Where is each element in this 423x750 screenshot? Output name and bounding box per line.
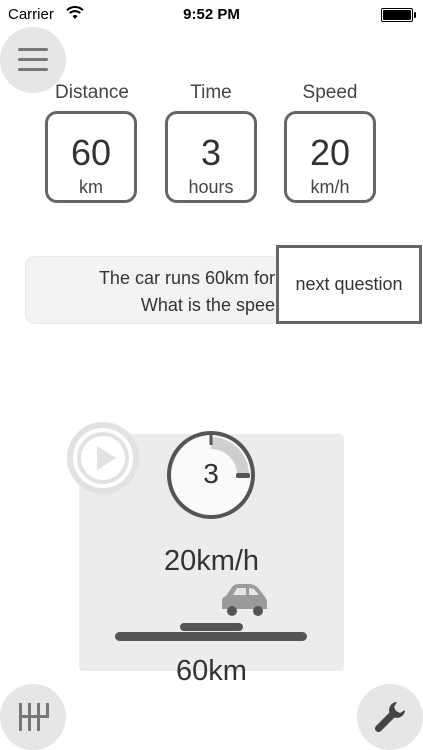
- time-value: 3: [200, 132, 222, 173]
- status-time: 9:52 PM: [183, 6, 240, 23]
- distance-label: Distance: [55, 82, 129, 103]
- distance-unit: km: [79, 177, 103, 197]
- hamburger-menu-icon: [18, 48, 48, 71]
- battery-icon: [381, 8, 416, 22]
- car-icon: [222, 584, 267, 616]
- question-line-1: The car runs 60km for: [98, 268, 275, 288]
- speed-readout: 20km/h: [163, 545, 260, 577]
- wrench-icon: [374, 702, 405, 733]
- time-unit: hours: [188, 177, 234, 197]
- gear-shift-icon: [19, 703, 49, 731]
- speed-value: 20: [309, 132, 351, 173]
- speed-label: Speed: [302, 82, 358, 103]
- timer-value: 3: [203, 458, 219, 489]
- distance-card[interactable]: 60 km: [45, 111, 137, 203]
- distance-readout: 60km: [176, 655, 247, 687]
- status-bar: Carrier 9:52 PM: [0, 0, 423, 30]
- road-track: [115, 632, 307, 641]
- speed-card[interactable]: 20 km/h: [284, 111, 376, 203]
- settings-button[interactable]: [357, 684, 423, 750]
- next-question-button[interactable]: next question: [276, 245, 422, 324]
- play-button[interactable]: [66, 421, 140, 495]
- time-label: Time: [190, 82, 232, 103]
- speed-unit: km/h: [310, 177, 350, 197]
- question-panel: The car runs 60km for What is the spee: [25, 256, 280, 324]
- gear-shift-button[interactable]: [0, 684, 66, 750]
- distance-value: 60: [70, 132, 112, 173]
- question-line-2: What is the spee: [140, 295, 275, 315]
- time-card[interactable]: 3 hours: [165, 111, 257, 203]
- timer-dial: 3: [164, 428, 258, 522]
- start-marker: [180, 623, 243, 631]
